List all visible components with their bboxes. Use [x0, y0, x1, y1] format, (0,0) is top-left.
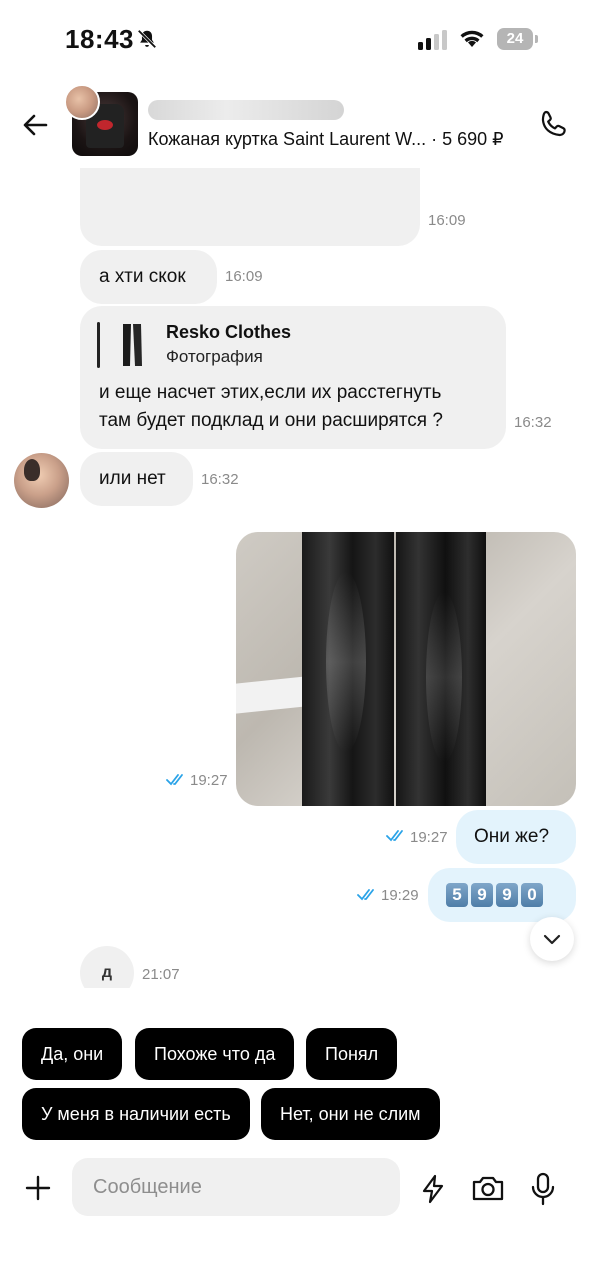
plus-icon[interactable]	[24, 1174, 52, 1202]
sent-photo-jeans[interactable]	[236, 532, 576, 806]
seller-avatar[interactable]	[64, 84, 100, 120]
message-bubble[interactable]: 5990	[428, 868, 576, 922]
message-time: 19:27	[190, 772, 228, 789]
keycap-digit: 9	[471, 883, 493, 907]
quick-reply-button[interactable]: Да, они	[22, 1028, 123, 1080]
camera-icon[interactable]	[471, 1174, 505, 1202]
read-checkmarks-icon	[166, 774, 183, 786]
message-time: 16:09	[428, 212, 466, 229]
battery-indicator: 24	[497, 28, 538, 50]
quote-bar	[97, 322, 100, 368]
quick-reply-button[interactable]: У меня в наличии есть	[22, 1088, 250, 1140]
scroll-to-bottom-button[interactable]	[530, 917, 574, 961]
keycap-digit: 5	[446, 883, 468, 907]
lightning-icon[interactable]	[420, 1174, 446, 1204]
message-bubble[interactable]: или нет	[80, 452, 193, 506]
message-bubble[interactable]: д	[80, 946, 134, 988]
message-bubble[interactable]: Они же?	[456, 810, 576, 864]
status-time: 18:43	[65, 24, 134, 54]
message-time: 19:29	[381, 887, 419, 904]
wifi-icon	[460, 30, 484, 47]
sender-avatar[interactable]	[14, 453, 69, 508]
quick-reply-button[interactable]: Нет, они не слим	[261, 1088, 440, 1140]
bell-muted-icon	[137, 29, 157, 49]
product-title[interactable]: Кожаная куртка Saint Laurent W... · 5 69…	[148, 129, 504, 150]
message-text-line: и еще насчет этих,если их расстегнуть	[99, 382, 442, 403]
quick-reply-button[interactable]: Похоже что да	[135, 1028, 295, 1080]
status-bar: 18:43 24	[0, 0, 590, 80]
message-time: 21:07	[142, 966, 180, 983]
message-text: Они же?	[474, 826, 550, 847]
quote-type: Фотография	[166, 347, 263, 366]
phone-icon[interactable]	[538, 108, 570, 140]
keycap-digit: 9	[496, 883, 518, 907]
read-checkmarks-icon	[386, 830, 403, 842]
chat-area: 16:09 а хти скок 16:09 Resko Clothes Фот…	[0, 168, 590, 988]
quoted-photo-thumbnail[interactable]	[114, 322, 150, 368]
message-input[interactable]	[72, 1158, 400, 1216]
message-bubble[interactable]: а хти скок	[80, 250, 217, 304]
quick-reply-button[interactable]: Понял	[306, 1028, 398, 1080]
message-time: 16:32	[514, 414, 552, 431]
chevron-down-icon	[543, 934, 561, 945]
signal-icon	[418, 30, 447, 50]
message-time: 16:09	[225, 268, 263, 285]
message-text: а хти скок	[99, 266, 186, 287]
message-bubble[interactable]	[80, 168, 420, 246]
quote-author: Resko Clothes	[166, 322, 292, 342]
message-text-line: там будет подклад и они расширятся ?	[99, 410, 443, 431]
seller-name-blurred	[148, 100, 344, 120]
battery-level: 24	[497, 28, 533, 50]
message-text: или нет	[99, 468, 166, 489]
back-arrow-icon[interactable]	[20, 110, 50, 140]
chat-header: Кожаная куртка Saint Laurent W... · 5 69…	[0, 80, 590, 168]
read-checkmarks-icon	[357, 889, 374, 901]
message-time: 16:32	[201, 471, 239, 488]
microphone-icon[interactable]	[530, 1172, 556, 1206]
keycap-digit: 0	[521, 883, 543, 907]
message-time: 19:27	[410, 829, 448, 846]
